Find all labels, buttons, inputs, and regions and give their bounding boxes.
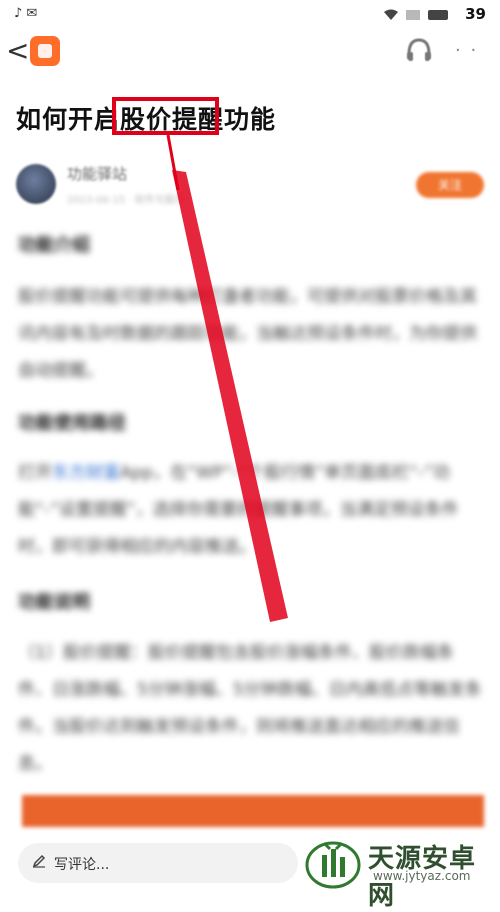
back-icon[interactable]: <: [6, 36, 29, 66]
paragraph-intro: 股价提醒功能可提供每种灯盏者功能，可提供对股票价格及其讯内容有及时数据的跟踪功能…: [18, 287, 477, 381]
author-name[interactable]: 功能驿站: [67, 163, 127, 184]
section-heading-path: 功能使用路径: [18, 413, 126, 434]
follow-button[interactable]: 关注: [416, 172, 484, 198]
comment-placeholder: 写评论...: [54, 857, 110, 873]
watermark-url: www.jytyaz.com: [373, 869, 471, 883]
section-heading-desc: 功能说明: [18, 592, 90, 613]
paragraph-path-text-a: 打开: [18, 463, 52, 483]
more-options-icon[interactable]: · ·: [455, 40, 478, 61]
status-time: 39: [465, 5, 486, 23]
highlight-box: [112, 97, 219, 135]
status-bar: ♪ ✉ 39: [0, 0, 500, 30]
embedded-screenshot: [22, 795, 484, 827]
section-heading-intro: 功能介绍: [18, 235, 90, 256]
status-left-icons: ♪ ✉: [14, 6, 38, 21]
author-avatar[interactable]: [16, 164, 56, 204]
watermark-logo-icon: [305, 841, 361, 889]
headphones-icon[interactable]: [404, 36, 434, 64]
app-link[interactable]: 东方财富: [52, 463, 120, 483]
author-meta: 2023-06-15 · 软件与服务: [67, 195, 185, 206]
pencil-icon: [32, 854, 46, 868]
app-logo-icon: [30, 36, 60, 66]
comment-input[interactable]: 写评论...: [18, 843, 298, 883]
paragraph-path: 打开东方财富App，在“WP”-“个股行情”单页面底栏“-”功能“-”设置提醒”…: [18, 455, 484, 566]
paragraph-desc: （1）股价提醒：股价提醒包含股价涨幅条件、股价跌幅条件、日涨跌幅、5分钟涨幅、5…: [18, 643, 482, 774]
signal-wifi-icon: [384, 9, 448, 20]
